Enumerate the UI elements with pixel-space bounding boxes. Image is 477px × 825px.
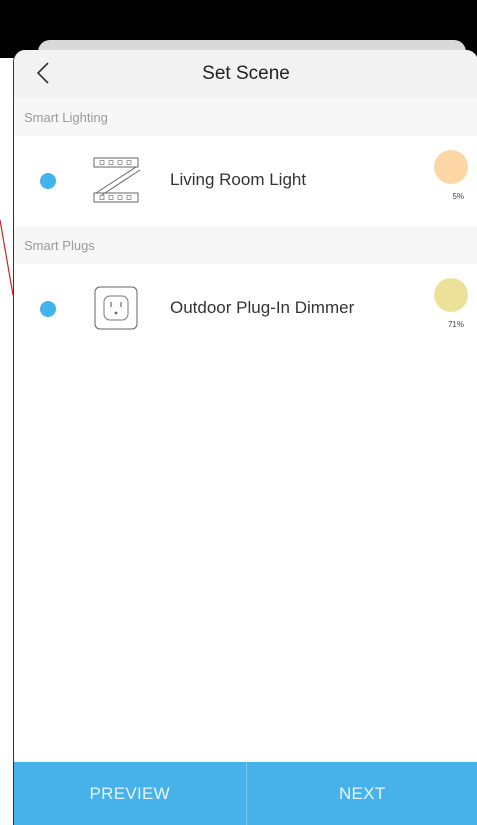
color-swatch[interactable] — [434, 278, 468, 312]
preview-button[interactable]: PREVIEW — [14, 762, 246, 825]
device-name: Outdoor Plug-In Dimmer — [170, 298, 355, 317]
section-header-smart-plugs: Smart Plugs — [14, 226, 477, 264]
section-title: Smart Plugs — [24, 237, 95, 253]
selected-radio[interactable] — [40, 173, 56, 189]
device-row-outdoor-plug-in-dimmer[interactable]: Outdoor Plug-In Dimmer 71% — [14, 264, 477, 354]
page-title: Set Scene — [202, 63, 290, 84]
next-button[interactable]: NEXT — [247, 762, 477, 825]
device-name: Living Room Light — [170, 170, 307, 189]
light-strip-icon — [90, 156, 142, 206]
header: Set Scene — [14, 50, 477, 98]
outlet-icon — [90, 284, 142, 334]
device-row-living-room-light[interactable]: Living Room Light 5% — [14, 136, 477, 226]
section-header-smart-lighting: Smart Lighting — [14, 98, 477, 136]
color-swatch[interactable] — [434, 150, 468, 184]
set-scene-sheet: Set Scene Smart Lighting Living Room Lig… — [13, 50, 477, 825]
selected-radio[interactable] — [40, 301, 56, 317]
footer-bar: PREVIEW NEXT — [14, 762, 477, 825]
section-title: Smart Lighting — [24, 109, 108, 125]
back-chevron-icon[interactable] — [32, 60, 54, 86]
level-label: 5% — [452, 192, 464, 201]
level-label: 71% — [447, 320, 464, 329]
